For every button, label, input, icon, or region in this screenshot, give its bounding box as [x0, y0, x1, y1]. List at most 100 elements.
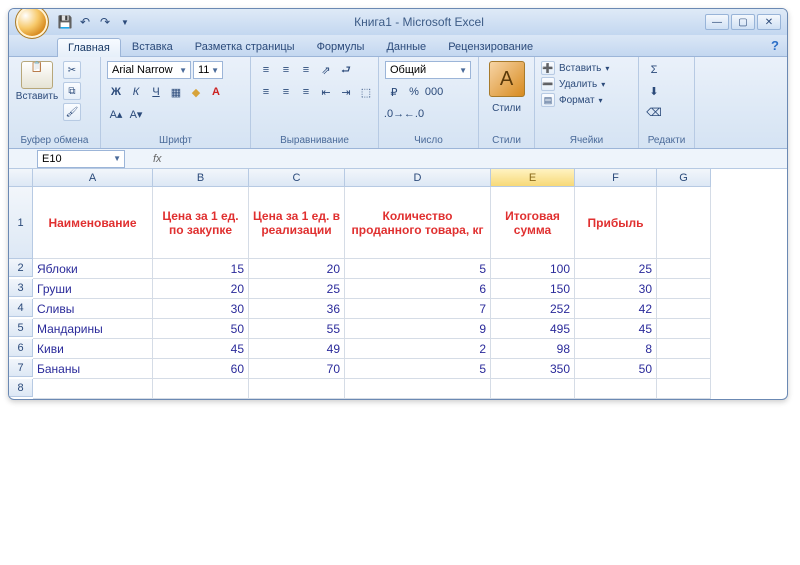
office-button[interactable] [15, 8, 49, 39]
number-format-select[interactable]: Общий▼ [385, 61, 471, 79]
cell[interactable]: 8 [575, 339, 657, 359]
cell[interactable]: 5 [345, 259, 491, 279]
delete-cells-button[interactable]: ➖Удалить ▾ [541, 77, 609, 91]
cell[interactable]: 495 [491, 319, 575, 339]
tab-review[interactable]: Рецензирование [437, 37, 544, 56]
cell[interactable]: 60 [153, 359, 249, 379]
bold-button[interactable]: Ж [107, 83, 125, 101]
cell[interactable] [575, 379, 657, 399]
tab-insert[interactable]: Вставка [121, 37, 184, 56]
currency-button[interactable]: ₽ [385, 83, 403, 101]
cell[interactable] [345, 379, 491, 399]
cell[interactable]: 30 [575, 279, 657, 299]
cell[interactable] [33, 379, 153, 399]
cell[interactable]: Количество проданного товара, кг [345, 187, 491, 259]
cell[interactable] [657, 279, 711, 299]
cell[interactable]: 70 [249, 359, 345, 379]
undo-icon[interactable]: ↶ [77, 14, 93, 30]
col-header-e[interactable]: E [491, 169, 575, 187]
cell[interactable] [153, 379, 249, 399]
decrease-decimal-button[interactable]: ←.0 [405, 105, 423, 123]
select-all-corner[interactable] [9, 169, 33, 187]
format-painter-icon[interactable]: 🖌 [63, 103, 81, 121]
cell[interactable]: 49 [249, 339, 345, 359]
cell[interactable] [491, 379, 575, 399]
cell[interactable]: Наименование [33, 187, 153, 259]
font-name-select[interactable]: Arial Narrow▼ [107, 61, 191, 79]
increase-decimal-button[interactable]: .0→ [385, 105, 403, 123]
cell[interactable]: 5 [345, 359, 491, 379]
cell[interactable]: 252 [491, 299, 575, 319]
row-header-1[interactable]: 1 [9, 187, 33, 259]
cell[interactable] [657, 339, 711, 359]
fx-icon[interactable]: fx [153, 153, 162, 165]
spreadsheet-grid[interactable]: A B C D E F G 1 Наименование Цена за 1 е… [9, 169, 787, 399]
col-header-c[interactable]: C [249, 169, 345, 187]
autosum-button[interactable]: Σ [645, 61, 663, 79]
minimize-button[interactable]: — [705, 14, 729, 30]
cell[interactable]: 30 [153, 299, 249, 319]
styles-icon[interactable]: A [489, 61, 525, 97]
cell[interactable]: 350 [491, 359, 575, 379]
cell[interactable]: Итоговая сумма [491, 187, 575, 259]
cell[interactable] [657, 379, 711, 399]
cell[interactable]: 15 [153, 259, 249, 279]
cell[interactable]: 7 [345, 299, 491, 319]
font-color-button[interactable]: A [207, 83, 225, 101]
insert-cells-button[interactable]: ➕Вставить ▾ [541, 61, 609, 75]
decrease-indent-button[interactable]: ⇤ [317, 83, 335, 101]
cell[interactable] [657, 359, 711, 379]
fill-button[interactable]: ⬇ [645, 82, 663, 100]
row-header-4[interactable]: 4 [9, 299, 33, 317]
row-header-6[interactable]: 6 [9, 339, 33, 357]
save-icon[interactable]: 💾 [57, 14, 73, 30]
cell[interactable]: 55 [249, 319, 345, 339]
cell[interactable] [657, 187, 711, 259]
name-box[interactable]: E10▼ [37, 150, 125, 168]
row-header-2[interactable]: 2 [9, 259, 33, 277]
cell[interactable] [657, 299, 711, 319]
row-header-5[interactable]: 5 [9, 319, 33, 337]
tab-data[interactable]: Данные [375, 37, 437, 56]
row-header-3[interactable]: 3 [9, 279, 33, 297]
cell[interactable]: Цена за 1 ед. по закупке [153, 187, 249, 259]
cell[interactable]: 45 [575, 319, 657, 339]
help-icon[interactable]: ? [771, 38, 779, 53]
font-size-select[interactable]: 11▼ [193, 61, 223, 79]
col-header-g[interactable]: G [657, 169, 711, 187]
italic-button[interactable]: К [127, 83, 145, 101]
align-left-button[interactable]: ≡ [257, 83, 275, 101]
align-right-button[interactable]: ≡ [297, 83, 315, 101]
increase-indent-button[interactable]: ⇥ [337, 83, 355, 101]
wrap-text-button[interactable]: ⮐ [337, 61, 355, 79]
redo-icon[interactable]: ↷ [97, 14, 113, 30]
tab-formulas[interactable]: Формулы [306, 37, 376, 56]
orientation-button[interactable]: ⇗ [317, 61, 335, 79]
cell[interactable]: Бананы [33, 359, 153, 379]
comma-button[interactable]: 000 [425, 83, 443, 101]
cell[interactable]: 100 [491, 259, 575, 279]
cell[interactable]: 2 [345, 339, 491, 359]
cell[interactable]: Киви [33, 339, 153, 359]
cell[interactable]: 9 [345, 319, 491, 339]
cell[interactable]: 25 [249, 279, 345, 299]
cell[interactable] [657, 259, 711, 279]
row-header-8[interactable]: 8 [9, 379, 33, 397]
cell[interactable]: 6 [345, 279, 491, 299]
cell[interactable] [657, 319, 711, 339]
tab-page-layout[interactable]: Разметка страницы [184, 37, 306, 56]
cut-icon[interactable]: ✂ [63, 61, 81, 79]
cell[interactable]: 45 [153, 339, 249, 359]
cell[interactable]: Мандарины [33, 319, 153, 339]
cell[interactable]: Сливы [33, 299, 153, 319]
col-header-b[interactable]: B [153, 169, 249, 187]
underline-button[interactable]: Ч [147, 83, 165, 101]
cell[interactable]: 20 [153, 279, 249, 299]
cell[interactable]: 42 [575, 299, 657, 319]
cell[interactable]: Яблоки [33, 259, 153, 279]
row-header-7[interactable]: 7 [9, 359, 33, 377]
format-cells-button[interactable]: ▤Формат ▾ [541, 93, 609, 107]
cell[interactable]: Прибыль [575, 187, 657, 259]
border-button[interactable]: ▦ [167, 83, 185, 101]
cell[interactable]: 50 [575, 359, 657, 379]
